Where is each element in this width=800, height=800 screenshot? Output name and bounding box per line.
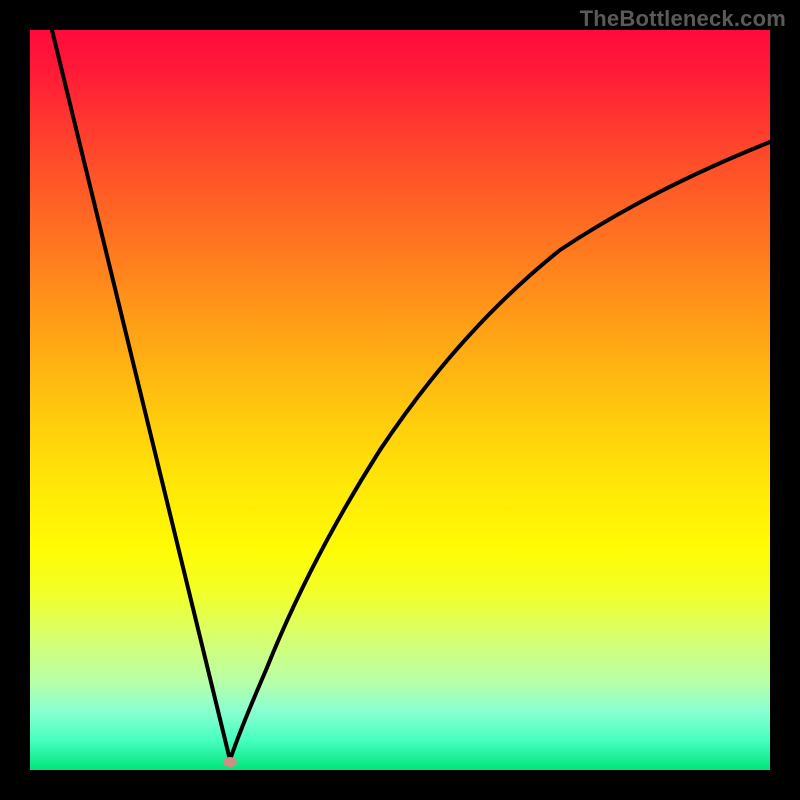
curve-layer (30, 30, 770, 770)
plot-area (30, 30, 770, 770)
curve-path (52, 30, 770, 760)
attribution-text: TheBottleneck.com (580, 6, 786, 32)
chart-frame: TheBottleneck.com (0, 0, 800, 800)
minimum-marker (223, 757, 237, 767)
